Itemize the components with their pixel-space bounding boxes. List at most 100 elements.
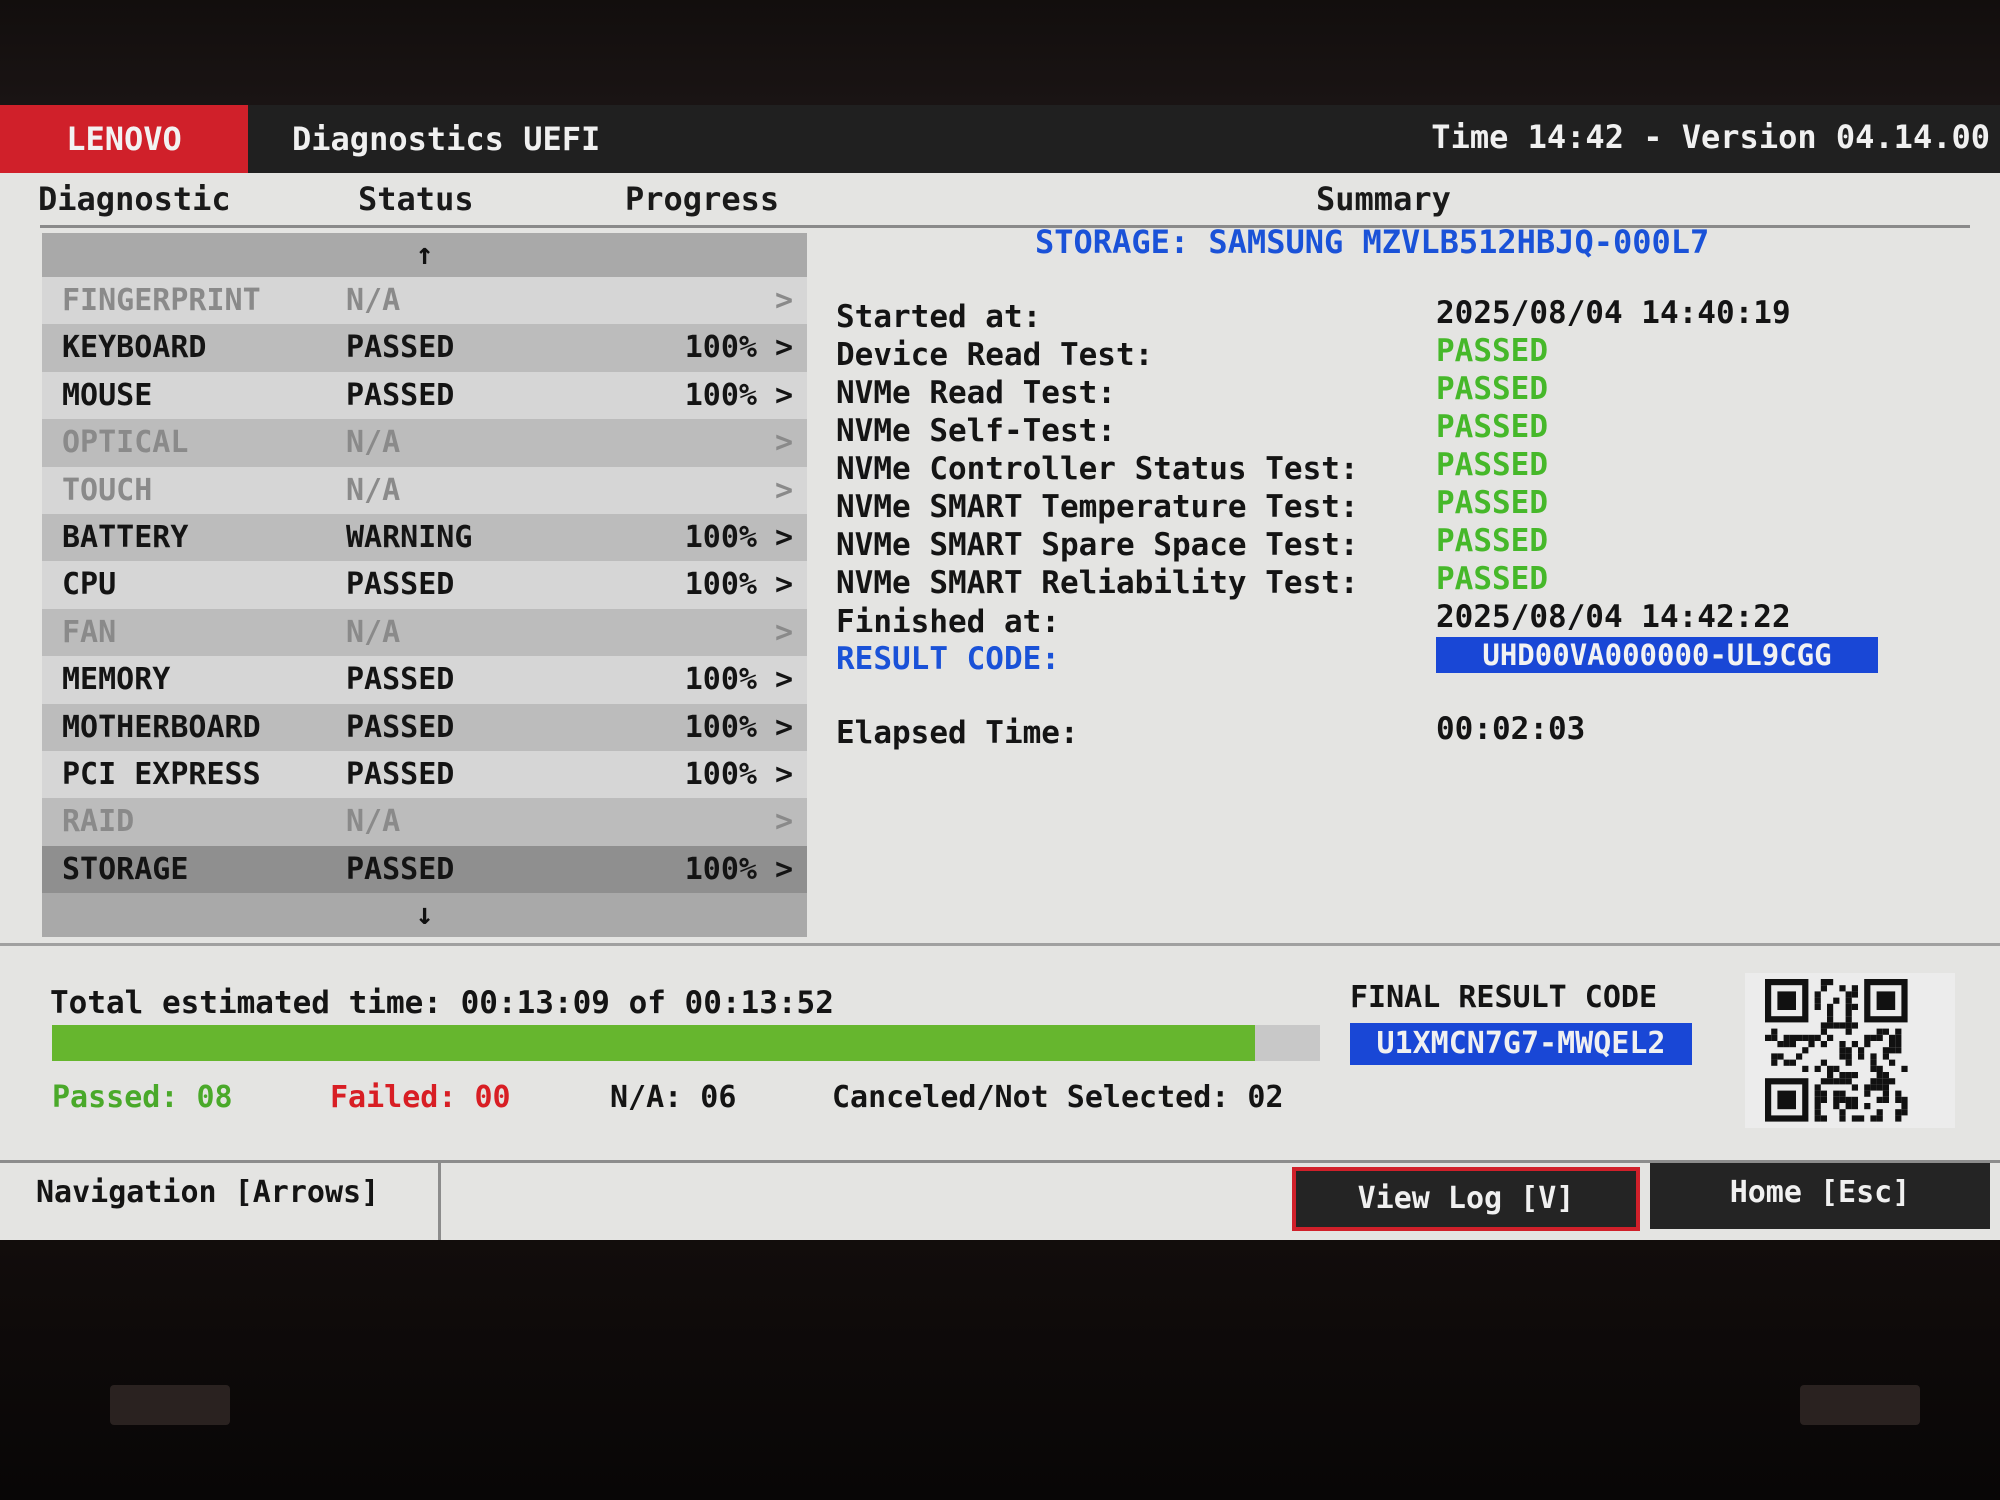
diagnostic-name: CPU bbox=[62, 567, 117, 603]
diagnostic-row-cpu[interactable]: CPU PASSED 100% > bbox=[42, 561, 807, 609]
overall-progress-bar bbox=[52, 1025, 1320, 1061]
diagnostic-name: MOTHERBOARD bbox=[62, 709, 261, 745]
diagnostic-progress: 100% bbox=[684, 330, 757, 366]
test-result: PASSED bbox=[1436, 333, 1548, 369]
total-estimated-time: Total estimated time: 00:13:09 of 00:13:… bbox=[50, 985, 834, 1021]
diagnostic-row-fan[interactable]: FAN N/A > bbox=[42, 608, 807, 657]
column-header-summary: Summary bbox=[1316, 180, 1451, 218]
view-log-button[interactable]: View Log [V] bbox=[1292, 1167, 1640, 1231]
chevron-right-icon: > bbox=[774, 377, 793, 413]
final-result-code: U1XMCN7G7-MWQEL2 bbox=[1350, 1023, 1692, 1065]
diagnostic-list: ↑ FINGERPRINT N/A > KEYBOARD PASSED 100%… bbox=[42, 233, 807, 938]
final-result-label: FINAL RESULT CODE bbox=[1350, 980, 1658, 1015]
navigation-hint: Navigation [Arrows] bbox=[36, 1175, 380, 1210]
chevron-right-icon: > bbox=[774, 472, 793, 508]
diagnostic-name: TOUCH bbox=[62, 472, 153, 508]
qr-code-icon bbox=[1745, 973, 1955, 1128]
diagnostic-status: N/A bbox=[346, 804, 401, 840]
test-result: PASSED bbox=[1436, 561, 1548, 597]
diagnostic-progress: 100% bbox=[684, 519, 757, 555]
diagnostic-progress: 100% bbox=[684, 709, 757, 745]
diagnostic-name: KEYBOARD bbox=[62, 330, 207, 366]
test-label: NVMe SMART Temperature Test: bbox=[836, 489, 1359, 525]
app-title: Diagnostics UEFI bbox=[292, 120, 601, 158]
test-result: PASSED bbox=[1436, 485, 1548, 521]
hinge-left bbox=[110, 1385, 230, 1425]
finished-value: 2025/08/04 14:42:22 bbox=[1436, 599, 1791, 635]
column-header-status: Status bbox=[358, 180, 474, 218]
diagnostic-progress: 100% bbox=[684, 567, 757, 603]
lenovo-logo: LENOVO bbox=[0, 105, 248, 173]
diagnostic-name: PCI EXPRESS bbox=[62, 756, 261, 792]
chevron-right-icon: > bbox=[774, 804, 793, 840]
diagnostics-screen: LENOVO Diagnostics UEFI Time 14:42 - Ver… bbox=[0, 105, 2000, 1240]
elapsed-value: 00:02:03 bbox=[1436, 711, 1586, 747]
bottom-divider bbox=[0, 943, 2000, 946]
scroll-down-arrow-icon[interactable]: ↓ bbox=[42, 893, 807, 938]
passed-count: Passed: 08 bbox=[52, 1080, 233, 1115]
test-label: NVMe SMART Spare Space Test: bbox=[836, 527, 1359, 563]
na-count: N/A: 06 bbox=[610, 1080, 737, 1115]
diagnostic-status: PASSED bbox=[346, 662, 455, 698]
diagnostic-row-fingerprint[interactable]: FINGERPRINT N/A > bbox=[42, 277, 807, 325]
diagnostic-row-pci-express[interactable]: PCI EXPRESS PASSED 100% > bbox=[42, 750, 807, 799]
diagnostic-progress: 100% bbox=[684, 662, 757, 698]
diagnostic-status: PASSED bbox=[346, 756, 455, 792]
scroll-up-arrow-icon[interactable]: ↑ bbox=[42, 233, 807, 277]
title-bar: LENOVO Diagnostics UEFI Time 14:42 - Ver… bbox=[0, 105, 2000, 173]
test-result: PASSED bbox=[1436, 371, 1548, 407]
diagnostic-status: WARNING bbox=[346, 519, 473, 555]
test-label: NVMe Controller Status Test: bbox=[836, 451, 1359, 487]
diagnostic-progress: 100% bbox=[684, 377, 757, 413]
chevron-right-icon: > bbox=[774, 519, 793, 555]
diagnostic-status: PASSED bbox=[346, 377, 455, 413]
diagnostic-status: PASSED bbox=[346, 330, 455, 366]
column-header-progress: Progress bbox=[625, 180, 780, 218]
monitor-bezel-bottom bbox=[0, 1240, 2000, 1500]
chevron-right-icon: > bbox=[774, 614, 793, 650]
result-code-label: RESULT CODE: bbox=[836, 641, 1060, 677]
diagnostic-name: FAN bbox=[62, 614, 117, 650]
diagnostic-name: RAID bbox=[62, 804, 135, 840]
chevron-right-icon: > bbox=[774, 283, 793, 318]
overall-progress-fill bbox=[52, 1025, 1255, 1061]
diagnostic-row-raid[interactable]: RAID N/A > bbox=[42, 798, 807, 846]
diagnostic-status: PASSED bbox=[346, 709, 455, 745]
summary-device-title: STORAGE: SAMSUNG MZVLB512HBJQ-000L7 bbox=[1035, 223, 1710, 261]
diagnostic-row-battery[interactable]: BATTERY WARNING 100% > bbox=[42, 513, 807, 562]
test-label: NVMe SMART Reliability Test: bbox=[836, 565, 1359, 601]
chevron-right-icon: > bbox=[774, 851, 793, 887]
result-code-value: UHD00VA000000-UL9CGG bbox=[1436, 637, 1878, 673]
diagnostic-row-memory[interactable]: MEMORY PASSED 100% > bbox=[42, 656, 807, 704]
monitor-bezel-top bbox=[0, 0, 2000, 105]
diagnostic-row-motherboard[interactable]: MOTHERBOARD PASSED 100% > bbox=[42, 703, 807, 751]
diagnostic-name: OPTICAL bbox=[62, 425, 189, 461]
diagnostic-name: MEMORY bbox=[62, 662, 171, 698]
diagnostic-name: MOUSE bbox=[62, 377, 153, 413]
time-version-readout: Time 14:42 - Version 04.14.00 bbox=[1431, 118, 1990, 156]
diagnostic-row-storage[interactable]: STORAGE PASSED 100% > bbox=[42, 845, 807, 894]
diagnostic-row-optical[interactable]: OPTICAL N/A > bbox=[42, 419, 807, 467]
started-label: Started at: bbox=[836, 299, 1042, 335]
diagnostic-row-mouse[interactable]: MOUSE PASSED 100% > bbox=[42, 371, 807, 420]
finished-label: Finished at: bbox=[836, 604, 1060, 640]
diagnostic-status: N/A bbox=[346, 283, 401, 318]
column-header-diagnostic: Diagnostic bbox=[38, 180, 231, 218]
test-result: PASSED bbox=[1436, 409, 1548, 445]
statusbar-separator bbox=[438, 1163, 441, 1240]
home-button[interactable]: Home [Esc] bbox=[1650, 1163, 1990, 1229]
chevron-right-icon: > bbox=[774, 756, 793, 792]
chevron-right-icon: > bbox=[774, 567, 793, 603]
diagnostic-row-touch[interactable]: TOUCH N/A > bbox=[42, 466, 807, 514]
diagnostic-row-keyboard[interactable]: KEYBOARD PASSED 100% > bbox=[42, 324, 807, 372]
started-value: 2025/08/04 14:40:19 bbox=[1436, 295, 1791, 331]
diagnostic-status: N/A bbox=[346, 425, 401, 461]
diagnostic-name: FINGERPRINT bbox=[62, 283, 261, 318]
failed-count: Failed: 00 bbox=[330, 1080, 511, 1115]
test-result: PASSED bbox=[1436, 447, 1548, 483]
diagnostic-name: STORAGE bbox=[62, 851, 189, 887]
chevron-right-icon: > bbox=[774, 330, 793, 366]
test-label: NVMe Read Test: bbox=[836, 375, 1116, 411]
diagnostic-progress: 100% bbox=[684, 756, 757, 792]
diagnostic-status: PASSED bbox=[346, 851, 455, 887]
